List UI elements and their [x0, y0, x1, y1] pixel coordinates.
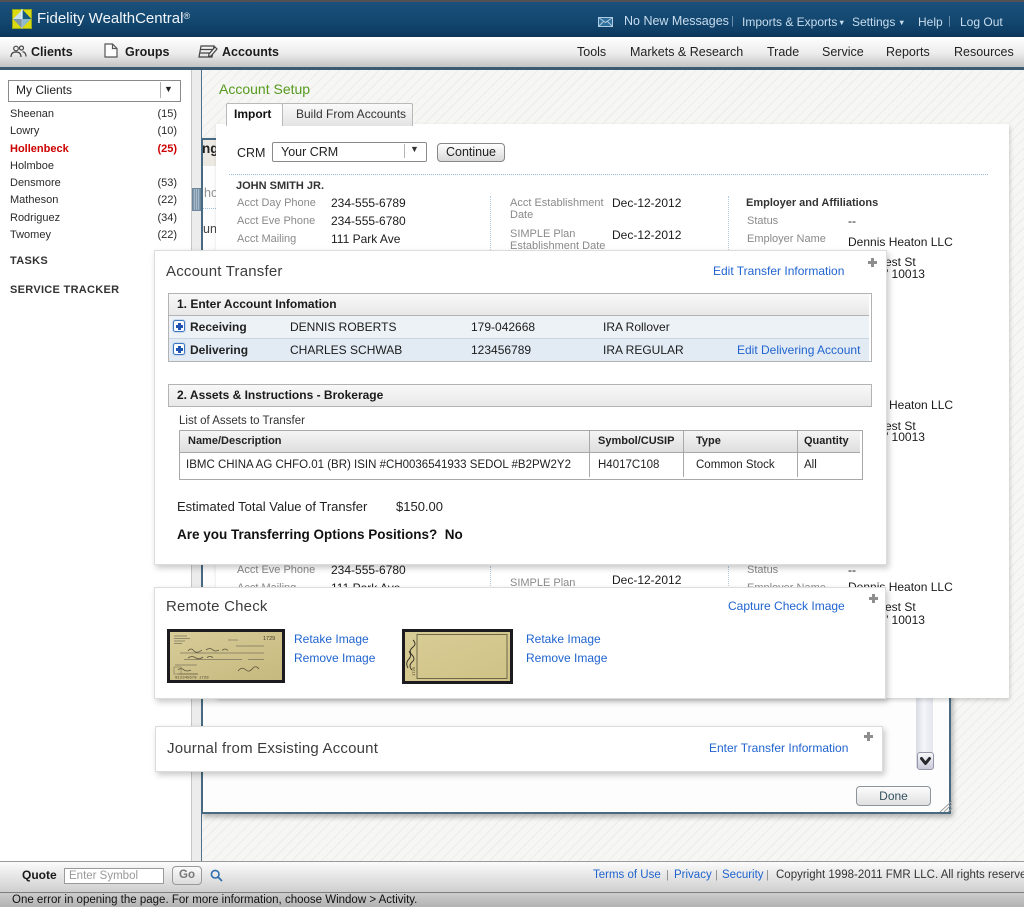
- svg-text:1729: 1729: [411, 666, 416, 676]
- svg-text:012345678 1729: 012345678 1729: [175, 677, 209, 681]
- svg-text:1729: 1729: [263, 636, 275, 642]
